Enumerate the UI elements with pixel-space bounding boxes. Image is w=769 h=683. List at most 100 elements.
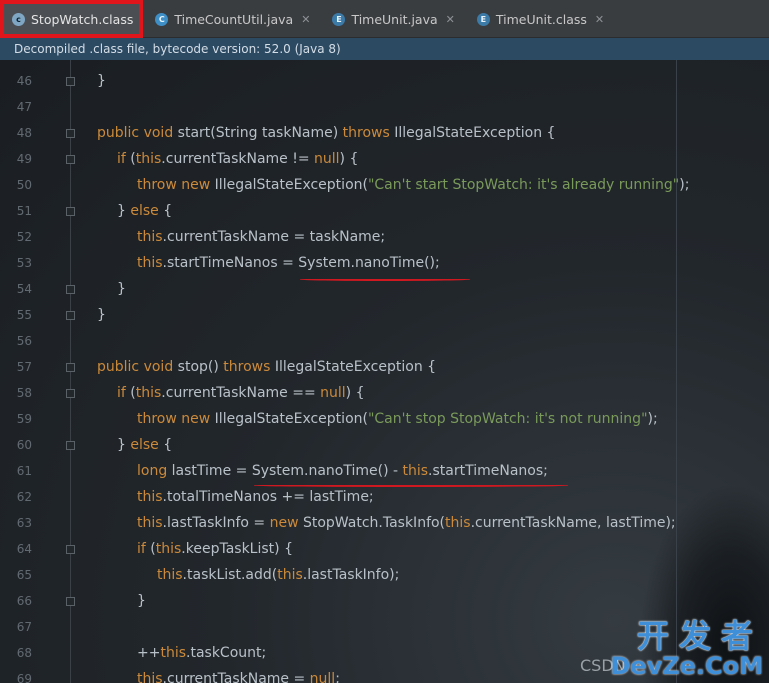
code-text: if (this.keepTaskList) { [137,541,293,557]
code-text: this.totalTimeNanos += lastTime; [137,489,374,505]
annotation-underline-2 [254,484,568,487]
code-text: public void start(String taskName) throw… [97,125,556,141]
code-text: ++this.taskCount; [137,645,267,661]
code-line[interactable]: 50 throw new IllegalStateException("Can't… [0,172,769,198]
code-line[interactable]: 57 public void stop() throws IllegalState… [0,354,769,380]
line-number: 47 [16,100,32,114]
annotation-underline-1 [300,278,470,281]
line-number: 59 [16,412,32,426]
code-line[interactable]: 53 this.startTimeNanos = System.nanoTime(… [0,250,769,276]
code-line[interactable]: 55} [0,302,769,328]
close-icon[interactable]: ✕ [595,13,604,26]
tab-label: TimeUnit.class [495,11,587,27]
devze-watermark: 开发者 DevZe.CoM [610,619,763,679]
java-class-icon: C [155,12,169,26]
fold-marker-icon[interactable] [66,206,75,216]
code-line[interactable]: 58 if (this.currentTaskName == null) { [0,380,769,406]
fold-marker-icon[interactable] [66,128,75,138]
line-number: 68 [16,646,32,660]
fold-marker-icon[interactable] [66,388,75,398]
fold-marker-icon[interactable] [66,362,75,372]
line-number: 58 [16,386,32,400]
line-number: 66 [16,594,32,608]
line-number: 49 [16,152,32,166]
watermark-cn-text: 开发者 [636,617,763,655]
code-text: } [97,307,106,323]
fold-marker-icon[interactable] [66,440,75,450]
code-text: this.lastTaskInfo = new StopWatch.TaskIn… [137,515,676,531]
code-text: } [137,593,146,609]
enum-icon: E [476,12,490,26]
tab-stopwatch-class[interactable]: c StopWatch.class [0,0,144,38]
fold-marker-icon[interactable] [66,310,75,320]
line-number: 56 [16,334,32,348]
code-text: } else { [117,203,173,219]
decompiled-info-bar: Decompiled .class file, bytecode version… [0,38,769,60]
line-number: 57 [16,360,32,374]
line-number: 51 [16,204,32,218]
code-line[interactable]: 62 this.totalTimeNanos += lastTime; [0,484,769,510]
code-line[interactable]: 46} [0,68,769,94]
line-number: 62 [16,490,32,504]
code-text: } else { [117,437,173,453]
fold-marker-icon[interactable] [66,284,75,294]
code-text: throw new IllegalStateException("Can't s… [137,411,658,427]
code-text: this.taskList.add(this.lastTaskInfo); [157,567,400,583]
enum-icon: E [332,12,346,26]
line-number: 55 [16,308,32,322]
fold-marker-icon[interactable] [66,596,75,606]
tab-label: TimeUnit.java [351,11,438,27]
code-text: if (this.currentTaskName != null) { [117,151,359,167]
fold-marker-icon[interactable] [66,76,75,86]
ide-window: c StopWatch.class C TimeCountUtil.java ✕… [0,0,769,683]
line-number: 60 [16,438,32,452]
line-number: 69 [16,672,32,683]
code-text: this.currentTaskName = taskName; [137,229,386,245]
watermark-en-text: DevZe.CoM [610,652,763,680]
line-number: 54 [16,282,32,296]
code-text: throw new IllegalStateException("Can't s… [137,177,690,193]
line-number: 50 [16,178,32,192]
line-number: 63 [16,516,32,530]
tab-timecountutil-java[interactable]: C TimeCountUtil.java ✕ [143,0,320,38]
code-text: } [97,73,106,89]
class-file-icon: c [12,12,25,26]
code-line[interactable]: 60 } else { [0,432,769,458]
line-number: 65 [16,568,32,582]
tab-timeunit-class[interactable]: E TimeUnit.class ✕ [465,0,614,38]
code-line[interactable]: 63 this.lastTaskInfo = new StopWatch.Task… [0,510,769,536]
line-number: 48 [16,126,32,140]
tab-label: TimeCountUtil.java [174,11,294,27]
fold-marker-icon[interactable] [66,544,75,554]
code-line[interactable]: 59 throw new IllegalStateException("Can't… [0,406,769,432]
code-line[interactable]: 52 this.currentTaskName = taskName; [0,224,769,250]
code-line[interactable]: 48 public void start(String taskName) thr… [0,120,769,146]
tab-label: StopWatch.class [31,11,134,27]
editor-tab-bar: c StopWatch.class C TimeCountUtil.java ✕… [0,0,769,38]
code-line[interactable]: 47 [0,94,769,120]
line-number: 53 [16,256,32,270]
code-line[interactable]: 51 } else { [0,198,769,224]
code-line[interactable]: 61 long lastTime = System.nanoTime() - th… [0,458,769,484]
code-line[interactable]: 49 if (this.currentTaskName != null) { [0,146,769,172]
code-text: this.currentTaskName = null; [137,671,340,683]
fold-marker-icon[interactable] [66,154,75,164]
code-line[interactable]: 65 this.taskList.add(this.lastTaskInfo); [0,562,769,588]
code-text: } [117,281,126,297]
code-text: public void stop() throws IllegalStateEx… [97,359,437,375]
code-text: long lastTime = System.nanoTime() - this… [137,463,548,479]
close-icon[interactable]: ✕ [446,13,455,26]
code-line[interactable]: 64 if (this.keepTaskList) { [0,536,769,562]
line-number: 52 [16,230,32,244]
line-number: 61 [16,464,32,478]
close-icon[interactable]: ✕ [301,13,310,26]
line-number: 64 [16,542,32,556]
line-number: 46 [16,74,32,88]
code-text: this.startTimeNanos = System.nanoTime(); [137,255,440,271]
tab-timeunit-java[interactable]: E TimeUnit.java ✕ [320,0,464,38]
code-editor[interactable]: 46} 47 48 public void start(String taskName… [0,60,769,683]
code-line[interactable]: 66} [0,588,769,614]
line-number: 67 [16,620,32,634]
code-line[interactable]: 56 [0,328,769,354]
code-text: if (this.currentTaskName == null) { [117,385,365,401]
